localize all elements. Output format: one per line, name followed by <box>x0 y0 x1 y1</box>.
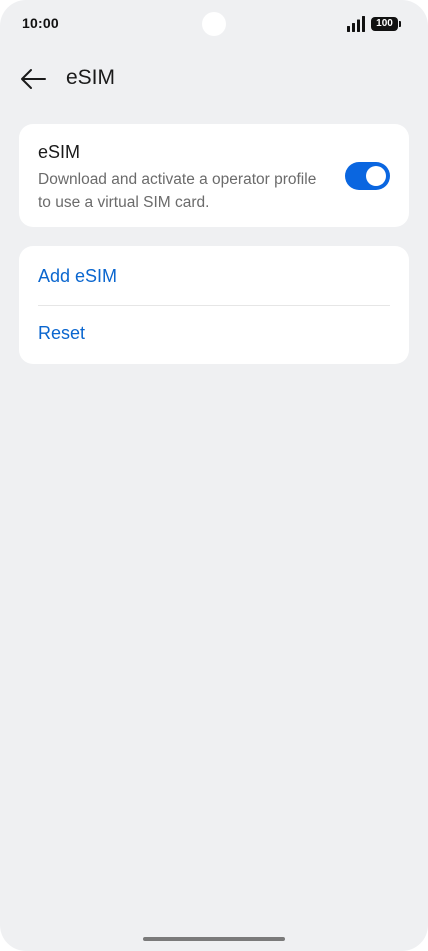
esim-setting-description: Download and activate a operator profile… <box>38 171 317 211</box>
arrow-left-icon <box>21 69 46 89</box>
esim-toggle[interactable] <box>345 162 390 190</box>
home-indicator[interactable] <box>143 937 285 941</box>
battery-level: 100 <box>376 18 393 29</box>
status-bar: 10:00 100 <box>0 0 428 48</box>
add-esim-label: Add eSIM <box>38 266 118 286</box>
signal-icon <box>347 16 365 32</box>
battery-icon: 100 <box>371 17 401 31</box>
add-esim-button[interactable]: Add eSIM <box>19 246 409 304</box>
screen: 10:00 100 eSIM eSIM Download and activat… <box>0 0 428 951</box>
esim-card: eSIM Download and activate a operator pr… <box>19 124 409 227</box>
reset-label: Reset <box>38 323 86 343</box>
toggle-knob <box>366 166 386 186</box>
status-time: 10:00 <box>22 15 59 31</box>
page-title: eSIM <box>66 66 116 89</box>
back-button[interactable] <box>12 58 54 100</box>
esim-actions-card: Add eSIM Reset <box>19 246 409 364</box>
camera-cutout <box>202 12 226 36</box>
reset-button[interactable]: Reset <box>19 306 409 364</box>
esim-setting-title: eSIM <box>38 142 81 162</box>
